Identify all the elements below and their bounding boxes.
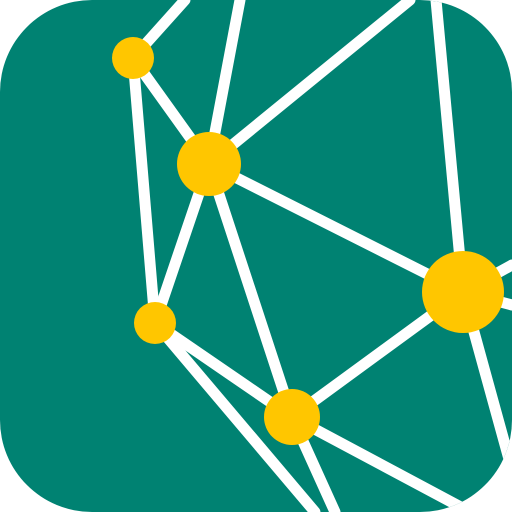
graph-node-e bbox=[422, 251, 504, 333]
graph-node-d bbox=[264, 389, 320, 445]
graph-node-a bbox=[112, 37, 154, 79]
app-icon[interactable] bbox=[0, 0, 512, 512]
network-graph-icon bbox=[0, 0, 512, 512]
graph-node-c bbox=[134, 302, 176, 344]
graph-node-b bbox=[177, 132, 241, 196]
